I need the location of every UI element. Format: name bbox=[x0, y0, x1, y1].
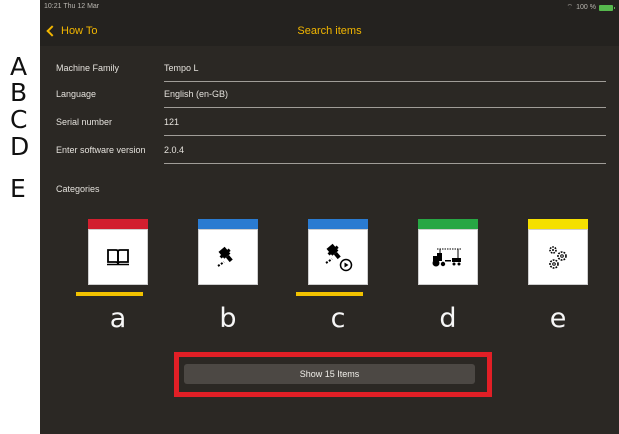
category-tile-body bbox=[308, 229, 368, 285]
planter-play-icon bbox=[325, 243, 353, 272]
category-color-bar bbox=[198, 219, 258, 229]
page-title: Search items bbox=[297, 25, 362, 37]
annotation-letter-b: B bbox=[10, 78, 28, 107]
category-color-bar bbox=[308, 219, 368, 229]
category-letter-d: d bbox=[439, 303, 457, 334]
field-underline bbox=[164, 163, 606, 164]
planter-icon bbox=[217, 246, 233, 267]
status-bar: 10:21 Thu 12 Mar ⌔ 100 % bbox=[40, 0, 619, 16]
tablet-screen: 10:21 Thu 12 Mar ⌔ 100 % How To Search i… bbox=[40, 0, 619, 434]
status-time: 10:21 Thu 12 Mar bbox=[44, 3, 100, 10]
software-version-label: Enter software version bbox=[56, 145, 146, 155]
serial-number-label: Serial number bbox=[56, 117, 113, 127]
category-tile-body bbox=[528, 229, 588, 285]
serial-number-row[interactable]: Serial number 121 bbox=[40, 108, 619, 136]
language-label: Language bbox=[56, 89, 97, 99]
category-color-bar bbox=[418, 219, 478, 229]
annotation-letter-e: E bbox=[10, 174, 26, 203]
category-color-bar bbox=[528, 219, 588, 229]
navigation-bar: How To Search items bbox=[40, 16, 619, 46]
language-value[interactable]: English (en-GB) bbox=[164, 89, 228, 99]
language-row[interactable]: Language English (en-GB) bbox=[40, 80, 619, 108]
machine-family-row[interactable]: Machine Family Tempo L bbox=[40, 54, 619, 82]
software-version-row[interactable]: Enter software version 2.0.4 bbox=[40, 136, 619, 164]
machine-family-label: Machine Family bbox=[56, 63, 120, 73]
book-icon bbox=[107, 249, 129, 266]
software-version-field[interactable]: 2.0.4 bbox=[164, 145, 184, 155]
category-tile-body bbox=[198, 229, 258, 285]
annotation-letter-a: A bbox=[10, 52, 28, 81]
category-tile-body bbox=[88, 229, 148, 285]
category-tile-e[interactable] bbox=[528, 219, 588, 285]
category-letter-a: a bbox=[109, 303, 127, 334]
machine-family-value[interactable]: Tempo L bbox=[164, 63, 199, 73]
category-tile-a[interactable] bbox=[76, 219, 148, 296]
gears-icon bbox=[549, 246, 567, 269]
category-tile-c[interactable] bbox=[296, 219, 368, 296]
serial-number-field[interactable]: 121 bbox=[164, 117, 179, 127]
battery-icon bbox=[599, 4, 615, 11]
annotation-letter-d: D bbox=[10, 132, 30, 161]
wifi-icon: ⌔ bbox=[566, 4, 574, 11]
battery-status: ⌔ 100 % bbox=[566, 3, 615, 12]
tractor-icon bbox=[432, 248, 461, 267]
selected-indicator bbox=[296, 292, 363, 296]
annotation-letter-c: C bbox=[10, 105, 28, 134]
category-letter-b: b bbox=[219, 303, 237, 334]
category-tile-body bbox=[418, 229, 478, 285]
category-tile-d[interactable] bbox=[418, 219, 478, 285]
battery-percent: 100 % bbox=[576, 4, 596, 11]
category-letter-c: c bbox=[330, 303, 346, 334]
selected-indicator bbox=[76, 292, 143, 296]
category-color-bar bbox=[88, 219, 148, 229]
categories-title: Categories bbox=[56, 184, 100, 194]
category-tile-b[interactable] bbox=[198, 219, 258, 285]
show-items-button[interactable]: Show 15 Items bbox=[184, 364, 475, 384]
category-letter-e: e bbox=[549, 303, 567, 334]
